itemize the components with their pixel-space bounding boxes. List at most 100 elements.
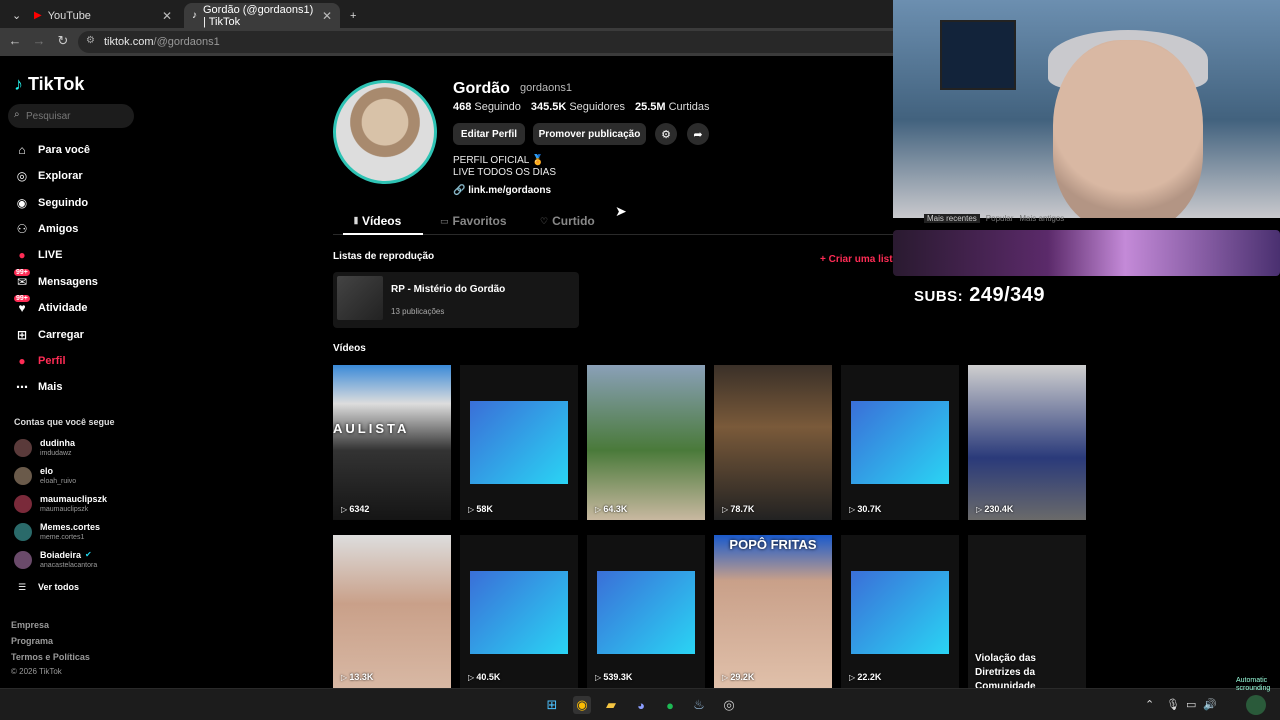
url-domain: tiktok.com xyxy=(104,36,154,48)
close-tab-icon[interactable]: ✕ xyxy=(322,9,332,23)
video-thumbnail[interactable]: POPÔ FRITAS 29.2K xyxy=(714,535,832,688)
video-thumbnail[interactable]: AULISTA 6342 xyxy=(333,365,451,520)
tab-videos[interactable]: ⦀ Vídeos xyxy=(354,214,401,228)
following-account[interactable]: maumauclipszk maumauclipszk xyxy=(14,492,107,516)
video-thumbnail[interactable]: 64.3K xyxy=(587,365,705,520)
video-view-count: 30.7K xyxy=(849,504,881,514)
webcam-person xyxy=(1053,40,1203,218)
profile-stats: 468 Seguindo 345.5K Seguidores 25.5M Curtid… xyxy=(453,101,710,113)
spotify-icon[interactable]: ● xyxy=(661,696,679,714)
video-thumbnail[interactable]: 58K xyxy=(460,365,578,520)
sort-recent[interactable]: Mais recentes xyxy=(924,214,980,223)
subs-label: SUBS: xyxy=(914,288,964,305)
tab-favorites-label: Favoritos xyxy=(452,214,507,228)
sidebar-item-live[interactable]: ● LIVE xyxy=(14,245,62,265)
tiktok-logo[interactable]: ♪ TikTok xyxy=(14,74,84,95)
following-stat[interactable]: 468 Seguindo xyxy=(453,101,521,113)
site-info-icon[interactable]: ⚙ xyxy=(86,35,95,46)
video-view-count: 22.2K xyxy=(849,672,881,682)
network-icon[interactable]: ▭ xyxy=(1186,698,1196,711)
profile-link[interactable]: 🔗 link.me/gordaons xyxy=(453,185,551,196)
tab-liked[interactable]: ♡ Curtido xyxy=(540,214,595,228)
video-thumbnail[interactable]: 78.7K xyxy=(714,365,832,520)
forward-icon[interactable]: → xyxy=(30,33,48,48)
following-account[interactable]: dudinha imdudawz xyxy=(14,436,75,460)
likes-stat: 25.5M Curtidas xyxy=(635,101,710,113)
create-playlist-button[interactable]: + Criar uma lista xyxy=(820,254,898,265)
sidebar-item-label: Seguindo xyxy=(38,197,89,209)
sidebar-item-seguindo[interactable]: ◉ Seguindo xyxy=(14,193,88,213)
sidebar-item-label: LIVE xyxy=(38,249,63,261)
video-thumbnail[interactable]: 13.3K xyxy=(333,535,451,688)
new-tab-button[interactable]: + xyxy=(342,3,362,28)
footer-programa[interactable]: Programa xyxy=(11,636,53,646)
sort-popular[interactable]: Popular xyxy=(986,214,1014,223)
account-handle: imdudawz xyxy=(40,450,72,457)
search-input[interactable]: ⌕ Pesquisar xyxy=(8,104,134,128)
reload-icon[interactable]: ↻ xyxy=(54,33,72,49)
footer-empresa[interactable]: Empresa xyxy=(11,620,49,630)
chrome-icon[interactable]: ◉ xyxy=(573,696,591,714)
footer-terms[interactable]: Termos e Políticas xyxy=(11,652,90,662)
subs-counter: SUBS: 249/349 xyxy=(914,284,1045,307)
sidebar-item-label: Mais xyxy=(38,381,63,393)
profile-username: gordaons1 xyxy=(520,82,572,94)
tab-list-button[interactable]: ⌄ xyxy=(4,3,26,28)
account-text: maumauclipszk maumauclipszk xyxy=(40,494,107,514)
followers-stat[interactable]: 345.5K Seguidores xyxy=(531,101,625,113)
settings-icon[interactable]: ⚙ xyxy=(655,123,677,145)
windows-start-icon[interactable]: ⊞ xyxy=(543,696,561,714)
steam-icon[interactable]: ♨ xyxy=(690,696,708,714)
tray-expand-icon[interactable]: ⌃ xyxy=(1145,698,1154,711)
app-tray-icon[interactable] xyxy=(1246,695,1266,715)
profile-icon: ● xyxy=(18,354,26,368)
microphone-icon[interactable]: 🎙 xyxy=(1166,698,1180,711)
sidebar-item-explorar[interactable]: ◎ Explorar xyxy=(14,166,83,186)
sidebar-item-perfil[interactable]: ● Perfil xyxy=(14,351,65,371)
sidebar-item-amigos[interactable]: ⚇ Amigos xyxy=(14,219,79,239)
edit-profile-button[interactable]: Editar Perfil xyxy=(453,123,525,145)
following-account[interactable]: Boiadeira anacastelacantora ✔ xyxy=(14,548,97,572)
account-handle: eloah_ruivo xyxy=(40,478,77,485)
promote-post-button[interactable]: Promover publicação xyxy=(533,123,646,145)
video-thumbnail[interactable]: 539.3K xyxy=(587,535,705,688)
following-account[interactable]: Memes.cortes meme.cortes1 xyxy=(14,520,100,544)
video-thumbnail[interactable]: 22.2K xyxy=(841,535,959,688)
tab-tiktok[interactable]: ♪ Gordão (@gordaons1) | TikTok ✕ xyxy=(184,3,340,28)
sort-oldest[interactable]: Mais antigos xyxy=(1019,214,1064,223)
back-icon[interactable]: ← xyxy=(6,33,24,48)
tab-youtube[interactable]: ▶ YouTube ✕ xyxy=(26,3,180,28)
video-thumbnail[interactable]: 40.5K xyxy=(460,535,578,688)
video-thumbnail[interactable]: Violação das Diretrizes da Comunidade xyxy=(968,535,1086,688)
playlist-thumbnail xyxy=(337,276,383,320)
close-tab-icon[interactable]: ✕ xyxy=(162,9,172,23)
profile-avatar xyxy=(333,80,437,184)
discord-icon[interactable]: ◕ xyxy=(632,696,650,714)
playlist-card[interactable]: RP - Mistério do Gordão 13 publicações xyxy=(333,272,579,328)
verified-icon: ✔ xyxy=(85,550,92,559)
avatar xyxy=(14,467,32,485)
grid-icon: ⦀ xyxy=(354,215,358,226)
video-overlay-text: AULISTA xyxy=(333,421,410,436)
more-icon: ⋯ xyxy=(16,380,28,394)
file-explorer-icon[interactable]: ▰ xyxy=(602,696,620,714)
wall-poster xyxy=(940,20,1016,90)
sidebar-item-para-você[interactable]: ⌂ Para você xyxy=(14,140,90,160)
address-bar[interactable]: ⚙ tiktok.com/@gordaons1 xyxy=(78,31,928,53)
tab-favorites[interactable]: ▭ Favoritos xyxy=(440,214,507,228)
sidebar-item-carregar[interactable]: ⊞ Carregar xyxy=(14,325,84,345)
see-all-button[interactable]: ☰ Ver todos xyxy=(14,577,79,597)
account-handle: anacastelacantora xyxy=(40,562,98,569)
share-icon[interactable]: ➦ xyxy=(687,123,709,145)
video-view-count: 539.3K xyxy=(595,672,632,682)
volume-icon[interactable]: 🔊 xyxy=(1203,698,1217,711)
video-thumbnail[interactable]: 230.4K xyxy=(968,365,1086,520)
video-thumbnail[interactable]: 30.7K xyxy=(841,365,959,520)
video-view-count: 13.3K xyxy=(341,672,373,682)
obs-icon[interactable]: ◎ xyxy=(720,696,738,714)
following-account[interactable]: elo eloah_ruivo xyxy=(14,464,76,488)
video-view-count: 29.2K xyxy=(722,672,754,682)
sidebar-item-mais[interactable]: ⋯ Mais xyxy=(14,377,62,397)
compass-icon: ◎ xyxy=(16,169,28,183)
stream-banner xyxy=(893,230,1280,276)
